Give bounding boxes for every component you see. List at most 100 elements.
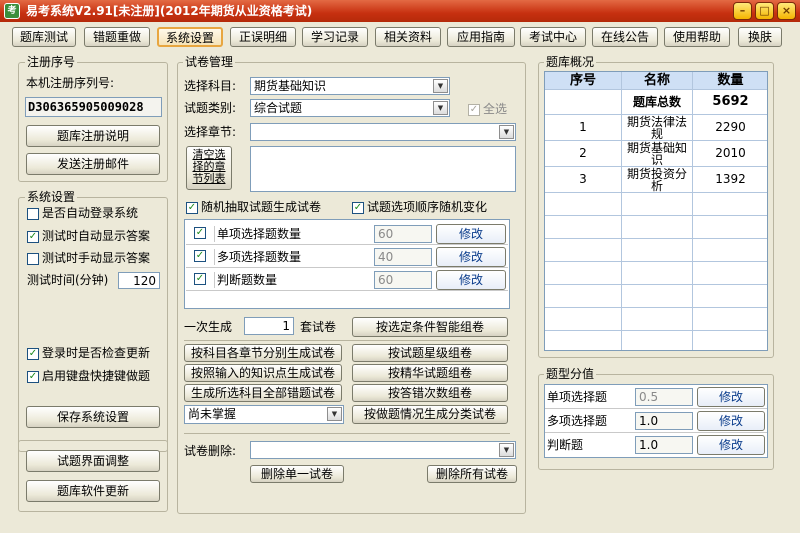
all-wrong-paper-button[interactable]: 生成所选科目全部错题试卷: [184, 384, 342, 402]
row-count: 2290: [693, 115, 767, 141]
test-time-input[interactable]: 120: [118, 272, 160, 289]
test-time-label: 测试时间(分钟): [27, 273, 109, 287]
single-choice-count[interactable]: 60: [374, 225, 432, 243]
auto-show-answer-checkbox[interactable]: ✓: [27, 230, 39, 243]
true-false-edit-button[interactable]: 修改: [436, 270, 506, 290]
row-no: 2: [545, 141, 622, 167]
subject-select[interactable]: 期货基础知识 ▼: [250, 77, 450, 95]
nav-tab-system-settings[interactable]: 系统设置: [157, 27, 223, 47]
adjust-ui-button[interactable]: 试题界面调整: [26, 450, 160, 472]
nav-tab-study-record[interactable]: 学习记录: [302, 27, 368, 47]
tf-score-label: 判断题: [547, 438, 584, 452]
maximize-icon[interactable]: □: [755, 2, 774, 20]
window-title: 易考系统V2.91[未注册](2012年期货从业资格考试): [26, 4, 313, 18]
manual-show-answer-checkbox[interactable]: [27, 252, 39, 265]
serial-field[interactable]: D306365905009028: [25, 97, 162, 117]
check-update-checkbox[interactable]: ✓: [27, 347, 39, 360]
delete-all-papers-button[interactable]: 删除所有试卷: [427, 465, 517, 483]
chevron-down-icon[interactable]: ▼: [433, 101, 448, 115]
single-score-value[interactable]: 0.5: [635, 388, 693, 406]
true-false-checkbox[interactable]: ✓: [194, 273, 206, 285]
multi-choice-edit-button[interactable]: 修改: [436, 247, 506, 267]
chevron-down-icon[interactable]: ▼: [499, 125, 514, 139]
chevron-down-icon[interactable]: ▼: [327, 407, 342, 421]
single-choice-edit-button[interactable]: 修改: [436, 224, 506, 244]
save-settings-button[interactable]: 保存系统设置: [26, 406, 160, 428]
single-choice-checkbox[interactable]: ✓: [194, 227, 206, 239]
true-false-label: 判断题数量: [214, 272, 277, 288]
auto-login-checkbox[interactable]: [27, 207, 39, 220]
chapter-list-box[interactable]: [250, 146, 516, 192]
multi-choice-count[interactable]: 40: [374, 248, 432, 266]
mastery-value: 尚未掌握: [188, 407, 237, 421]
auto-show-answer-option[interactable]: ✓ 测试时自动显示答案: [27, 228, 150, 244]
random-extract-option[interactable]: ✓ 随机抽取试题生成试卷: [186, 199, 321, 215]
check-update-option[interactable]: ✓ 登录时是否检查更新: [27, 345, 150, 361]
software-update-button[interactable]: 题库软件更新: [26, 480, 160, 502]
nav-tab-materials[interactable]: 相关资料: [375, 27, 441, 47]
nav-tab-skin[interactable]: 换肤: [738, 27, 782, 47]
multi-score-label: 多项选择题: [547, 414, 608, 428]
nav-tab-wrong-redo[interactable]: 错题重做: [84, 27, 150, 47]
single-score-label: 单项选择题: [547, 390, 608, 404]
by-chapter-button[interactable]: 按科目各章节分别生成试卷: [184, 344, 342, 362]
hotkey-option[interactable]: ✓ 启用键盘快捷键做题: [27, 368, 150, 384]
nav-tab-exam-center[interactable]: 考试中心: [520, 27, 586, 47]
by-essence-button[interactable]: 按精华试题组卷: [352, 364, 508, 382]
by-knowledge-point-button[interactable]: 按照输入的知识点生成试卷: [184, 364, 342, 382]
nav-tab-answer-detail[interactable]: 正误明细: [230, 27, 296, 47]
row-count: 1392: [693, 167, 767, 193]
row-name: 期货基础知识: [622, 141, 693, 167]
subject-label: 选择科目:: [184, 79, 237, 93]
title-bar: 考 易考系统V2.91[未注册](2012年期货从业资格考试) – □ ×: [0, 0, 800, 22]
select-all-checkbox[interactable]: ✓: [468, 103, 480, 116]
close-icon[interactable]: ×: [777, 2, 796, 20]
random-order-option[interactable]: ✓ 试题选项顺序随机变化: [352, 199, 487, 215]
delete-single-paper-button[interactable]: 删除单一试卷: [250, 465, 344, 483]
random-extract-checkbox[interactable]: ✓: [186, 201, 198, 214]
registration-info-button[interactable]: 题库注册说明: [26, 125, 160, 147]
header-name: 名称: [622, 72, 693, 90]
random-order-checkbox[interactable]: ✓: [352, 201, 364, 214]
generate-suffix-label: 套试卷: [300, 320, 337, 334]
score-title: 题型分值: [544, 367, 597, 381]
multi-choice-checkbox[interactable]: ✓: [194, 250, 206, 262]
chevron-down-icon[interactable]: ▼: [499, 443, 514, 457]
single-choice-row: ✓ 单项选择题数量 60 修改: [186, 223, 508, 245]
multi-score-value[interactable]: 1.0: [635, 412, 693, 430]
chapter-select[interactable]: ▼: [250, 123, 516, 141]
mastery-select[interactable]: 尚未掌握 ▼: [184, 405, 344, 424]
by-star-button[interactable]: 按试题星级组卷: [352, 344, 508, 362]
generate-count-input[interactable]: 1: [244, 317, 294, 335]
tf-score-value[interactable]: 1.0: [635, 436, 693, 454]
row-count: 2010: [693, 141, 767, 167]
single-score-edit-button[interactable]: 修改: [697, 387, 765, 407]
select-all-option[interactable]: ✓ 全选: [468, 101, 507, 117]
send-registration-email-button[interactable]: 发送注册邮件: [26, 153, 160, 175]
serial-label: 本机注册序列号:: [26, 76, 115, 90]
delete-paper-select[interactable]: ▼: [250, 441, 516, 459]
clear-chapters-button[interactable]: 清空选择的章节列表: [186, 146, 232, 190]
by-status-button[interactable]: 按做题情况生成分类试卷: [352, 405, 508, 424]
hotkey-checkbox[interactable]: ✓: [27, 370, 39, 383]
nav-tab-app-guide[interactable]: 应用指南: [447, 27, 515, 47]
smart-compose-button[interactable]: 按选定条件智能组卷: [352, 317, 508, 337]
subject-value: 期货基础知识: [254, 79, 327, 93]
minimize-icon[interactable]: –: [733, 2, 752, 20]
auto-login-option[interactable]: 是否自动登录系统: [27, 205, 138, 221]
nav-tab-help[interactable]: 使用帮助: [664, 27, 730, 47]
nav-tab-announcements[interactable]: 在线公告: [592, 27, 658, 47]
delete-paper-label: 试卷删除:: [184, 444, 237, 458]
random-extract-label: 随机抽取试题生成试卷: [201, 200, 322, 214]
multi-score-edit-button[interactable]: 修改: [697, 411, 765, 431]
chevron-down-icon[interactable]: ▼: [433, 79, 448, 93]
category-select[interactable]: 综合试题 ▼: [250, 99, 450, 117]
by-wrong-count-button[interactable]: 按答错次数组卷: [352, 384, 508, 402]
random-order-label: 试题选项顺序随机变化: [367, 200, 488, 214]
header-count: 数量: [693, 72, 767, 90]
true-false-count[interactable]: 60: [374, 271, 432, 289]
manual-show-answer-option[interactable]: 测试时手动显示答案: [27, 250, 150, 266]
nav-tab-question-test[interactable]: 题库测试: [12, 27, 76, 47]
auto-login-label: 是否自动登录系统: [42, 206, 139, 220]
tf-score-edit-button[interactable]: 修改: [697, 435, 765, 455]
